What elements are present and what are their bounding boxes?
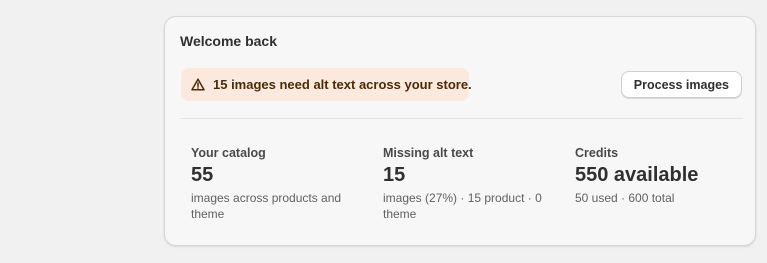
stat-label: Credits [575, 146, 619, 160]
alt-text-warning-banner: 15 images need alt text across your stor… [181, 68, 472, 101]
stat-missing-alt-text: Missing alt text 15 images (27%) · 15 pr… [383, 145, 543, 222]
stat-credits: Credits 550 available 50 used · 600 tota… [575, 145, 745, 206]
warning-triangle-icon [191, 77, 205, 93]
card-title: Welcome back [180, 33, 278, 49]
stat-value: 550 available [575, 164, 699, 186]
warning-text: 15 images need alt text across your stor… [213, 77, 472, 92]
stat-value: 55 [191, 164, 214, 186]
divider [180, 118, 743, 119]
stat-description: 50 used · 600 total [575, 191, 675, 205]
stat-label: Missing alt text [383, 146, 474, 160]
stat-description: images (27%) · 15 product · 0 theme [383, 191, 542, 221]
stat-label: Your catalog [191, 146, 266, 160]
stat-your-catalog: Your catalog 55 images across products a… [191, 145, 361, 222]
welcome-card: Welcome back 15 images need alt text acr… [164, 16, 756, 246]
stat-description: images across products and theme [191, 191, 342, 221]
process-images-button[interactable]: Process images [620, 71, 742, 98]
stat-value: 15 [383, 164, 406, 186]
